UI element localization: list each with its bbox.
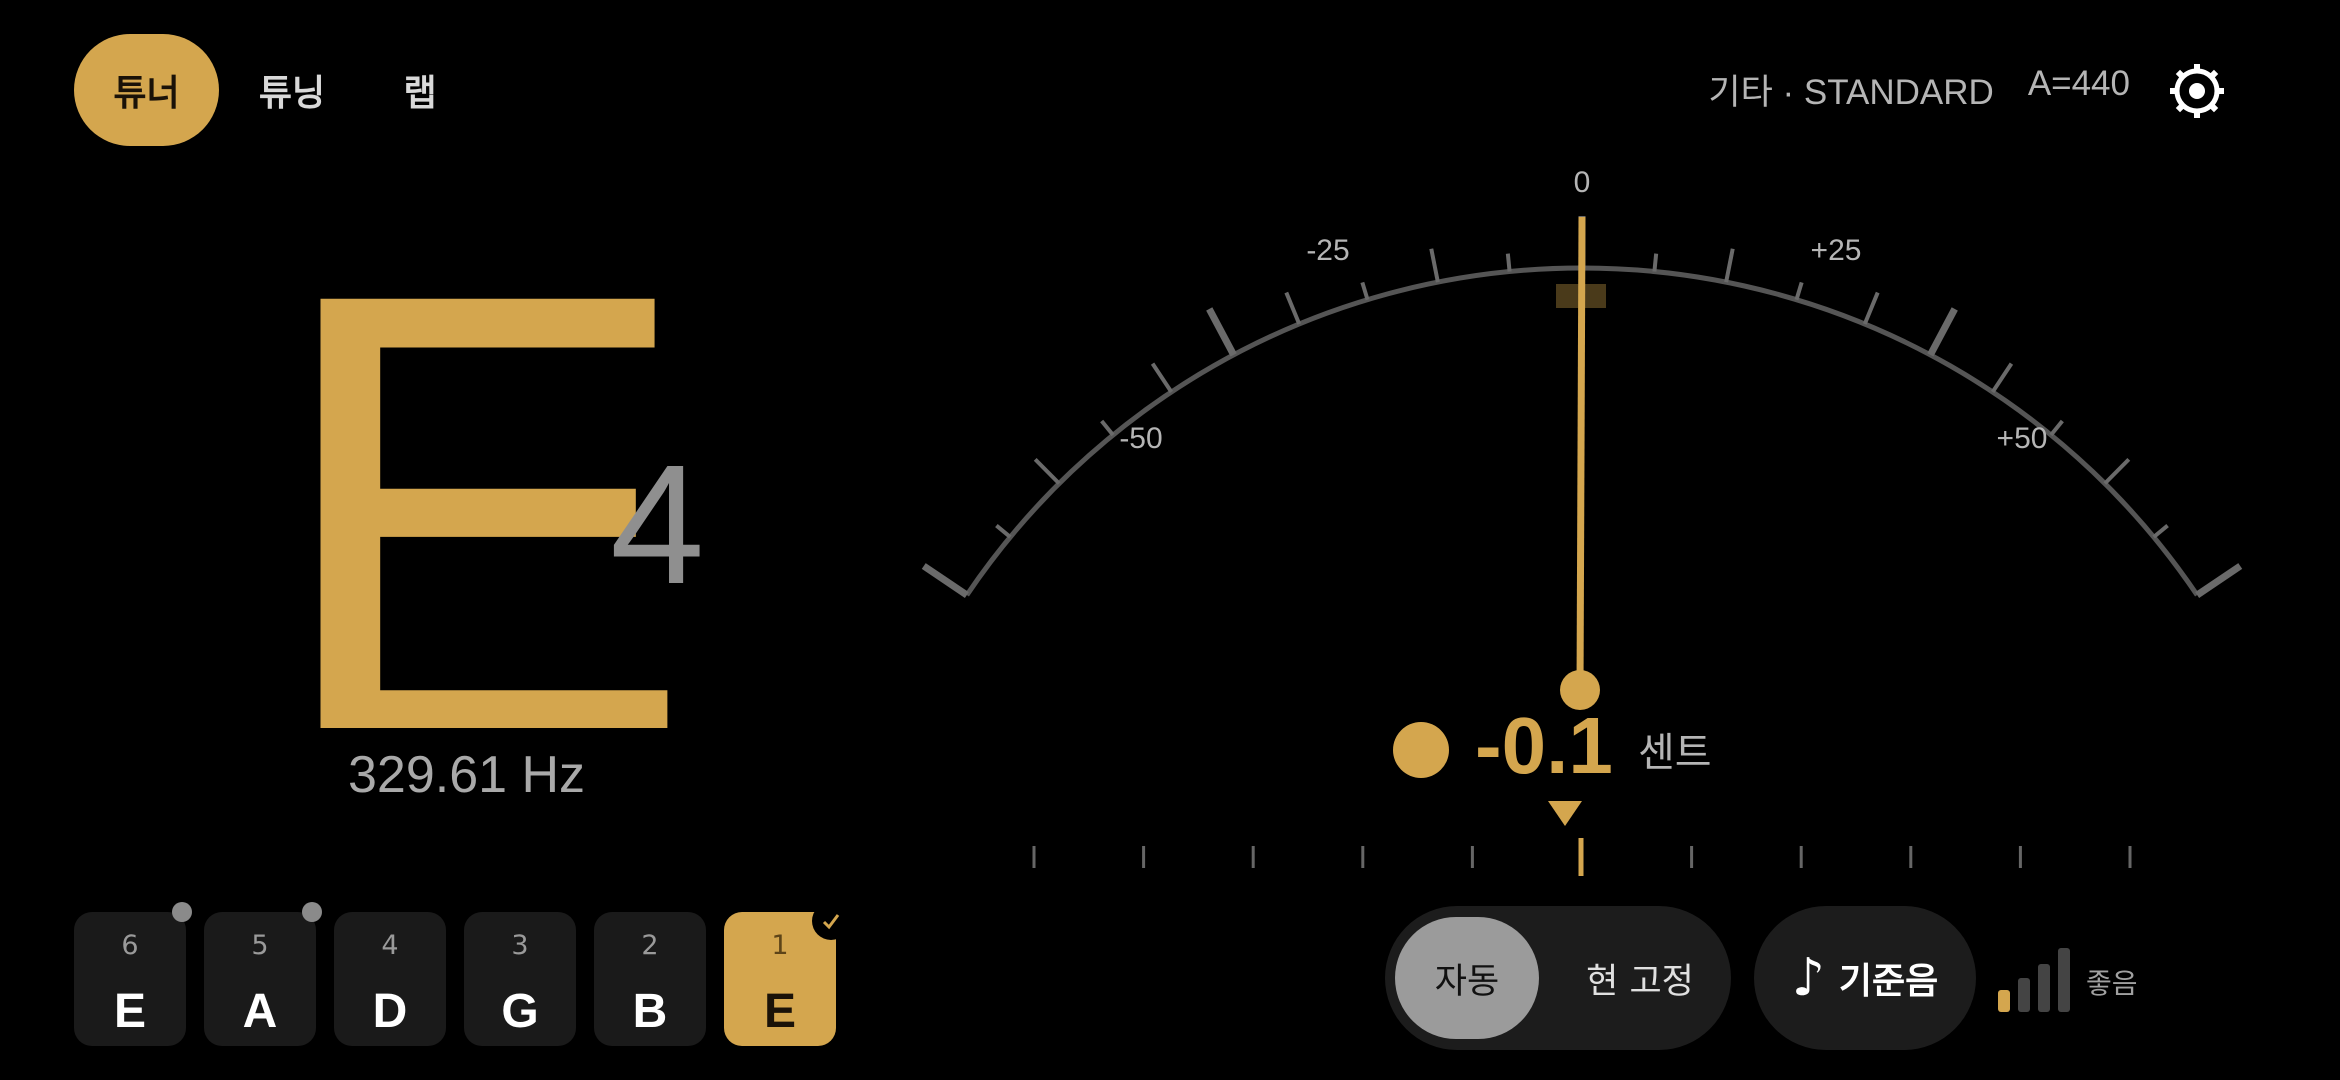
frequency-readout: 329.61 Hz [348,746,586,804]
mode-auto-button[interactable]: 자동 [1395,917,1539,1039]
tab-tuner[interactable]: 튜너 [74,34,219,146]
string-1-button[interactable]: 1 E [724,902,850,1046]
string-note: E [763,985,796,1038]
gauge-tick [1206,307,1237,357]
gauge-tick [1429,248,1440,283]
gauge-tick [1794,281,1804,301]
string-6-button[interactable]: 6 E [74,902,192,1046]
string-number: 2 [641,930,659,961]
string-2-button[interactable]: 2 B [594,912,706,1046]
string-note: A [242,985,278,1038]
string-3-button[interactable]: 3 G [464,912,576,1046]
gauge-tick [921,563,969,598]
string-note: B [632,985,668,1038]
signal-strength-icon [1998,948,2070,1012]
tab-lab[interactable]: 랩 [372,34,468,146]
gauge-scale [921,216,2243,598]
string-status-dot [302,902,322,922]
gauge-needle [1576,216,1586,691]
tab-tuning[interactable]: 튜닝 [242,34,342,146]
string-number: 3 [511,930,529,961]
note-octave: 4 [610,430,705,620]
gauge-tick [1652,253,1659,272]
gauge-tick [2152,524,2169,539]
gauge-tick [1033,457,1061,485]
in-tune-zone [1556,284,1606,308]
string-4-button[interactable]: 4 D [334,912,446,1046]
tuning-info[interactable]: 기타 · STANDARD [1708,64,1993,115]
gauge-tick [1862,291,1880,325]
reference-tone-button[interactable]: ♪ 기준음 [1754,906,1976,1050]
signal-bar [2058,948,2070,1012]
string-status-dot [172,902,192,922]
check-icon [812,902,850,940]
in-tune-indicator [1393,722,1449,778]
string-number: 6 [121,930,139,961]
signal-bar [2018,978,2030,1012]
cents-unit: 센트 [1638,730,1712,776]
pointer-triangle [1548,801,1582,826]
mode-toggle: 자동 현 고정 [1385,906,1731,1050]
gauge-tick [995,524,1012,539]
gauge-tick [1927,307,1958,357]
gauge-tick [2103,457,2131,485]
linear-scale [1032,838,2132,876]
gauge-tick [1505,253,1512,272]
string-number: 4 [381,930,399,961]
gauge-tick [2049,419,2064,437]
gauge-tick [1150,362,1174,394]
header-info: 기타 · STANDARD A=440 [1708,64,2130,115]
gauge-tick [1100,419,1115,437]
cents-value: -0.1 [1475,701,1613,790]
gauge-label-minus25: -25 [1306,234,1349,267]
signal-bar [2038,964,2050,1012]
string-5-button[interactable]: 5 A [204,902,322,1046]
string-note: G [501,985,539,1038]
reference-pitch[interactable]: A=440 [2028,64,2130,115]
gauge-tick [1724,248,1735,283]
reference-tone-label: 기준음 [1838,961,1939,1002]
gauge-tick [2195,563,2243,598]
string-note: E [113,985,146,1038]
gauge-label-plus50: +50 [1997,422,2048,455]
gauge-arc [964,265,2200,597]
gauge-tick [1284,291,1302,325]
gauge-label-plus25: +25 [1811,234,1862,267]
string-note: D [372,985,408,1038]
gauge-tick [1360,281,1370,301]
signal-bar [1998,990,2010,1012]
string-number: 5 [251,930,269,961]
gauge-tick [1990,362,2014,394]
signal-quality-label: 좋음 [2086,967,2138,1000]
mode-fixed-string-button[interactable]: 현 고정 [1565,906,1715,1050]
tuner-app: 튜너 튜닝 랩 기타 · STANDARD A=440 E 4 329.61 H… [0,0,2340,1080]
gauge-label-zero: 0 [1574,166,1591,199]
gear-icon[interactable] [2168,62,2226,120]
music-note-icon: ♪ [1791,948,1825,1008]
gauge-label-minus50: -50 [1119,422,1162,455]
